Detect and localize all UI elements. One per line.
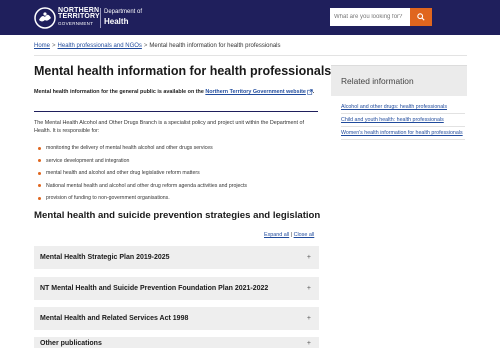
intro-suffix: .	[312, 89, 315, 95]
accordion-item-strategic-plan[interactable]: Mental Health Strategic Plan 2019-2025 +	[34, 246, 319, 269]
related-links-list: Alcohol and other drugs: health professi…	[341, 103, 465, 142]
intro-text: Mental health information for the genera…	[34, 89, 206, 95]
accordion-item-foundation-plan[interactable]: NT Mental Health and Suicide Prevention …	[34, 277, 319, 300]
list-item: National mental health and alcohol and o…	[38, 180, 247, 193]
list-item: mental health and alcohol and other drug…	[38, 167, 247, 180]
list-item: provision of funding to non-government o…	[38, 192, 247, 205]
site-header: NORTHERN TERRITORY GOVERNMENT Department…	[0, 0, 500, 35]
list-item-text: monitoring the delivery of mental health…	[46, 145, 213, 152]
accordion-item-label: NT Mental Health and Suicide Prevention …	[40, 285, 269, 292]
accordion-controls: Expand all | Close all	[264, 232, 314, 238]
bullet-dot-icon	[38, 159, 41, 163]
expand-plus-icon[interactable]: +	[307, 339, 311, 348]
bullet-dot-icon	[38, 184, 41, 188]
section-heading: Mental health and suicide prevention str…	[34, 210, 321, 221]
list-item-text: mental health and alcohol and other drug…	[46, 170, 200, 177]
related-link-alcohol-drugs[interactable]: Alcohol and other drugs: health professi…	[341, 104, 447, 110]
related-link-item: Alcohol and other drugs: health professi…	[341, 103, 465, 114]
list-item: monitoring the delivery of mental health…	[38, 142, 247, 155]
search-input[interactable]	[330, 8, 410, 26]
close-all-link[interactable]: Close all	[294, 232, 315, 238]
related-information-panel: Related information	[331, 65, 467, 96]
header-divider	[100, 8, 101, 28]
breadcrumb-home-link[interactable]: Home	[34, 43, 50, 49]
list-item-text: National mental health and alcohol and o…	[46, 182, 247, 189]
breadcrumb: Home > Health professionals and NGOs > Menta…	[34, 43, 281, 49]
logo-line-3: GOVERNMENT	[58, 21, 94, 26]
list-item-text: provision of funding to non-government o…	[46, 195, 170, 202]
logo-line-2: TERRITORY	[58, 13, 100, 20]
branch-description: The Mental Health Alcohol and Other Drug…	[34, 120, 304, 134]
accordion-item-label: Mental Health Strategic Plan 2019-2025	[40, 254, 170, 261]
expand-plus-icon[interactable]: +	[307, 315, 311, 322]
bullet-dot-icon	[38, 196, 41, 200]
expand-plus-icon[interactable]: +	[307, 285, 311, 292]
list-item-text: service development and integration	[46, 157, 130, 164]
breadcrumb-current-page: Mental health information for health pro…	[149, 43, 281, 49]
search-button[interactable]	[410, 8, 432, 26]
breadcrumb-health-professionals-link[interactable]: Health professionals and NGOs	[58, 43, 142, 49]
expand-all-link[interactable]: Expand all	[264, 232, 289, 238]
content-divider	[34, 111, 318, 112]
related-information-title: Related information	[341, 76, 414, 86]
nt-government-website-link[interactable]: Northern Territory Government website	[205, 88, 313, 95]
accordion-item-services-act[interactable]: Mental Health and Related Services Act 1…	[34, 307, 319, 330]
bullet-dot-icon	[38, 171, 41, 175]
related-link-child-youth[interactable]: Child and youth health: health professio…	[341, 117, 444, 123]
related-link-item: Women's health information for health pr…	[341, 129, 465, 140]
bullet-dot-icon	[38, 146, 41, 150]
breadcrumb-divider	[34, 55, 467, 56]
list-item: service development and integration	[38, 155, 247, 168]
logo-wordmark[interactable]: NORTHERN TERRITORY GOVERNMENT	[58, 7, 100, 27]
search-icon	[417, 13, 425, 21]
expand-plus-icon[interactable]: +	[307, 254, 311, 261]
breadcrumb-separator: >	[143, 43, 148, 49]
accordion-item-label: Mental Health and Related Services Act 1…	[40, 315, 189, 322]
nt-government-logo-icon[interactable]	[33, 6, 57, 30]
nt-government-website-link-label: Northern Territory Government website	[205, 89, 306, 95]
intro-paragraph: Mental health information for the genera…	[34, 88, 324, 96]
accordion-item-other-publications[interactable]: Other publications +	[34, 337, 319, 348]
accordion-controls-separator: |	[290, 232, 293, 238]
department-name[interactable]: Health	[104, 17, 128, 26]
related-link-item: Child and youth health: health professio…	[341, 116, 465, 127]
accordion-item-label: Other publications	[40, 340, 102, 347]
related-link-womens-health[interactable]: Women's health information for health pr…	[341, 130, 463, 136]
department-label: Department of	[104, 9, 143, 15]
responsibilities-list: monitoring the delivery of mental health…	[38, 142, 247, 205]
page-title: Mental health information for health pro…	[34, 64, 332, 78]
breadcrumb-separator: >	[52, 43, 56, 49]
